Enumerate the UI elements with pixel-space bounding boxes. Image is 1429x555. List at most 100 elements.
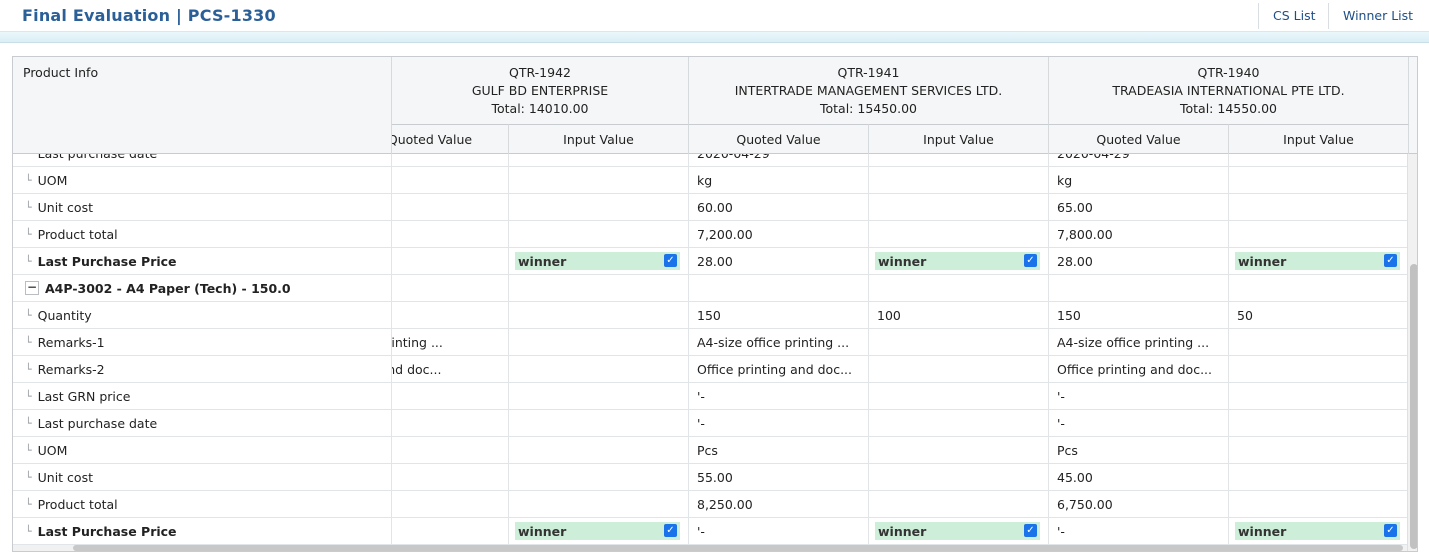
input-value-cell[interactable] (869, 275, 1049, 301)
input-value-cell[interactable] (869, 221, 1049, 247)
winner-checkbox[interactable]: ✓ (1024, 254, 1037, 267)
winner-checkbox[interactable]: ✓ (1024, 524, 1037, 537)
input-value-cell[interactable] (1229, 194, 1407, 220)
input-value-cell[interactable] (1229, 356, 1407, 382)
row-label: Product total (37, 496, 118, 512)
input-value-cell[interactable] (869, 356, 1049, 382)
input-value-cell[interactable] (869, 167, 1049, 193)
input-value-cell[interactable] (869, 464, 1049, 490)
tree-branch-icon: └ (25, 254, 32, 268)
vertical-scrollbar[interactable] (1407, 154, 1417, 551)
vendor-total: Total: 14010.00 (491, 101, 589, 116)
input-value-cell[interactable] (509, 167, 689, 193)
input-value-cell[interactable] (1229, 275, 1407, 301)
input-value-cell[interactable] (509, 491, 689, 517)
input-value-cell[interactable] (1229, 464, 1407, 490)
input-value-cell[interactable] (509, 221, 689, 247)
quoted-value-cell: '- (1049, 410, 1229, 436)
vendor-qtr: QTR-1942 (509, 65, 571, 80)
column-header-input-1[interactable]: Input Value (509, 124, 689, 154)
input-value-cell[interactable] (1229, 410, 1407, 436)
input-value-cell[interactable] (1229, 329, 1407, 355)
cell-value: kg (697, 172, 713, 188)
cell-value: 8,250.00 (697, 496, 753, 512)
vertical-scroll-thumb[interactable] (1410, 264, 1417, 549)
input-value-cell[interactable] (1229, 221, 1407, 247)
input-value-cell[interactable] (1229, 491, 1407, 517)
table-row: └ Last GRN price '- '- (13, 383, 1407, 410)
column-header-input-3[interactable]: Input Value (1229, 124, 1409, 154)
input-value-cell[interactable] (509, 356, 689, 382)
tree-branch-icon: └ (25, 227, 32, 241)
input-value-cell[interactable]: 100 (869, 302, 1049, 328)
input-value-cell[interactable] (869, 154, 1049, 166)
input-value-cell[interactable] (1229, 154, 1407, 166)
horizontal-scroll-thumb[interactable] (73, 545, 1403, 551)
horizontal-scrollbar[interactable] (13, 545, 1407, 551)
table-row: └ Last Purchase Price winner ✓ '- winner ✓ '- wi… (13, 518, 1407, 545)
input-value-cell[interactable] (509, 194, 689, 220)
winner-selector[interactable]: winner ✓ (1235, 522, 1400, 540)
cell-value: 150 (1057, 307, 1081, 323)
input-value-cell[interactable] (509, 302, 689, 328)
input-value-cell[interactable]: winner ✓ (1229, 248, 1407, 274)
quoted-value-cell: Office printing and doc... (1049, 356, 1229, 382)
winner-checkbox[interactable]: ✓ (664, 524, 677, 537)
input-value-cell[interactable] (509, 383, 689, 409)
input-value-cell[interactable]: winner ✓ (869, 518, 1049, 544)
row-label-cell: └ Unit cost (13, 464, 392, 490)
winner-selector[interactable]: winner ✓ (875, 522, 1040, 540)
cell-value: Office printing and doc... (697, 361, 852, 377)
winner-checkbox[interactable]: ✓ (664, 254, 677, 267)
column-header-quoted-1[interactable]: Quoted Value (392, 124, 509, 154)
collapse-icon[interactable]: − (25, 281, 39, 295)
input-value-cell[interactable] (869, 383, 1049, 409)
input-value-cell[interactable] (1229, 383, 1407, 409)
cell-value: Pcs (1057, 442, 1078, 458)
input-value-cell[interactable] (869, 194, 1049, 220)
column-header-quoted-3[interactable]: Quoted Value (1049, 124, 1229, 154)
column-header-quoted-2[interactable]: Quoted Value (689, 124, 869, 154)
input-value-cell[interactable]: winner ✓ (509, 518, 689, 544)
cell-value: '- (1057, 388, 1065, 404)
row-label: Last purchase date (38, 154, 158, 161)
winner-list-button[interactable]: Winner List (1328, 3, 1428, 29)
input-value-cell[interactable]: winner ✓ (509, 248, 689, 274)
tree-branch-icon: └ (25, 389, 32, 403)
quoted-value-cell: '- (1049, 383, 1229, 409)
input-value-cell[interactable] (509, 154, 689, 166)
input-value-cell[interactable] (509, 437, 689, 463)
input-value-cell[interactable] (869, 410, 1049, 436)
winner-selector[interactable]: winner ✓ (1235, 252, 1400, 270)
winner-selector[interactable]: winner ✓ (875, 252, 1040, 270)
input-value-cell[interactable] (1229, 437, 1407, 463)
cs-list-button[interactable]: CS List (1258, 3, 1330, 29)
cell-value: 2020-04-29 (697, 154, 770, 161)
winner-checkbox[interactable]: ✓ (1384, 524, 1397, 537)
cell-value: '- (1057, 523, 1065, 539)
winner-checkbox[interactable]: ✓ (1384, 254, 1397, 267)
input-value-cell[interactable] (869, 491, 1049, 517)
row-label-cell: └ Last purchase date (13, 154, 392, 166)
input-value-cell[interactable] (509, 329, 689, 355)
input-value-cell[interactable] (509, 464, 689, 490)
quoted-value-cell: 0 (392, 221, 509, 247)
winner-selector[interactable]: winner ✓ (515, 252, 680, 270)
input-value-cell[interactable] (1229, 167, 1407, 193)
quoted-value-cell: 28.00 (689, 248, 869, 274)
winner-selector[interactable]: winner ✓ (515, 522, 680, 540)
row-label-cell: └ Unit cost (13, 194, 392, 220)
input-value-cell[interactable] (509, 275, 689, 301)
header-band (0, 32, 1429, 43)
column-header-input-2[interactable]: Input Value (869, 124, 1049, 154)
table-row: └ Unit cost 55.00 45.00 (13, 464, 1407, 491)
cell-value: 55.00 (697, 469, 733, 485)
row-label-cell: └ Last Purchase Price (13, 248, 392, 274)
input-value-cell[interactable] (509, 410, 689, 436)
input-value-cell[interactable]: winner ✓ (1229, 518, 1407, 544)
input-value-cell[interactable] (869, 329, 1049, 355)
input-value-cell[interactable]: winner ✓ (869, 248, 1049, 274)
quoted-value-cell: 150 (1049, 302, 1229, 328)
input-value-cell[interactable]: 50 (1229, 302, 1407, 328)
input-value-cell[interactable] (869, 437, 1049, 463)
